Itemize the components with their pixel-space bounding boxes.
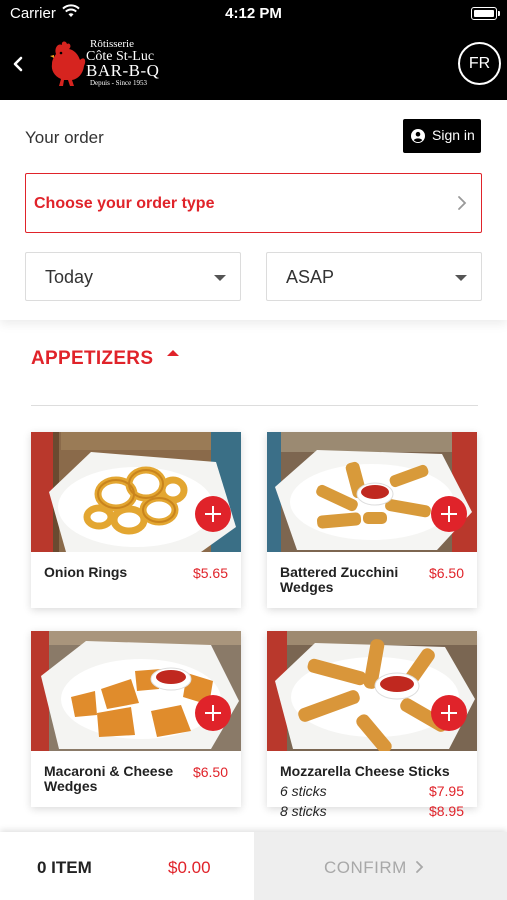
item-name: Mozzarella Cheese Sticks — [280, 763, 450, 779]
item-option-price: $8.95 — [428, 803, 464, 819]
item-name: Battered Zucchini Wedges — [280, 564, 399, 595]
item-price: $5.65 — [192, 565, 228, 581]
chevron-right-icon — [458, 196, 467, 210]
logo-line-4: Depuis - Since 1953 — [90, 79, 147, 87]
add-to-cart-button[interactable] — [195, 496, 231, 532]
item-name: Macaroni & Cheese Wedges — [44, 763, 174, 794]
language-toggle-button[interactable]: FR — [458, 42, 501, 85]
logo-line-3: BAR-B-Q — [86, 61, 160, 80]
user-icon — [411, 129, 425, 143]
item-price: $6.50 — [428, 565, 464, 581]
menu-item-card[interactable]: Battered Zucchini Wedges $6.50 — [267, 432, 477, 608]
section-title: APPETIZERS — [31, 348, 154, 369]
day-select-value: Today — [45, 267, 94, 287]
item-name: Onion Rings — [44, 564, 128, 580]
cart-bar: 0 ITEM $0.00 CONFIRM — [0, 832, 507, 900]
order-type-label: Choose your order type — [34, 195, 215, 212]
divider — [31, 405, 478, 406]
food-photo — [31, 631, 241, 751]
food-photo — [267, 432, 477, 552]
chevron-right-icon — [416, 861, 424, 873]
battery-icon — [471, 7, 500, 20]
sign-in-label: Sign in — [432, 127, 475, 143]
add-to-cart-button[interactable] — [195, 695, 231, 731]
cart-total: $0.00 — [168, 858, 211, 877]
confirm-label: CONFIRM — [324, 858, 407, 877]
menu-item-card[interactable]: Mozzarella Cheese Sticks 6 sticks $7.95 … — [267, 631, 477, 819]
item-price: $6.50 — [192, 764, 228, 780]
day-select[interactable]: Today — [25, 252, 241, 301]
rooster-icon — [50, 41, 86, 86]
time-select[interactable]: ASAP — [266, 252, 482, 301]
caret-down-icon — [455, 275, 467, 281]
order-panel: Your order Sign in Choose your order typ… — [0, 100, 507, 320]
collapse-caret-icon[interactable] — [167, 350, 179, 356]
restaurant-logo: Rôtisserie Côte St-Luc BAR-B-Q Depuis - … — [48, 36, 178, 92]
add-to-cart-button[interactable] — [431, 695, 467, 731]
food-photo — [31, 432, 241, 552]
confirm-button[interactable]: CONFIRM — [254, 832, 507, 900]
back-button[interactable] — [8, 50, 28, 78]
item-option-label: 6 sticks — [280, 783, 327, 799]
food-photo — [267, 631, 477, 751]
header-bar: Rôtisserie Côte St-Luc BAR-B-Q Depuis - … — [0, 28, 507, 100]
clock-label: 4:12 PM — [225, 5, 282, 22]
sign-in-button[interactable]: Sign in — [403, 119, 481, 153]
cart-item-count: 0 ITEM — [37, 858, 92, 877]
order-type-selector[interactable]: Choose your order type — [25, 173, 482, 233]
item-option-price: $7.95 — [428, 783, 464, 799]
chevron-left-icon — [13, 56, 23, 72]
item-option-label: 8 sticks — [280, 803, 327, 819]
order-title: Your order — [25, 128, 104, 147]
menu-item-card[interactable]: Onion Rings $5.65 — [31, 432, 241, 608]
add-to-cart-button[interactable] — [431, 496, 467, 532]
caret-down-icon — [214, 275, 226, 281]
menu-item-card[interactable]: Macaroni & Cheese Wedges $6.50 — [31, 631, 241, 807]
status-bar: Carrier 4:12 PM — [0, 0, 507, 28]
time-select-value: ASAP — [286, 267, 335, 287]
